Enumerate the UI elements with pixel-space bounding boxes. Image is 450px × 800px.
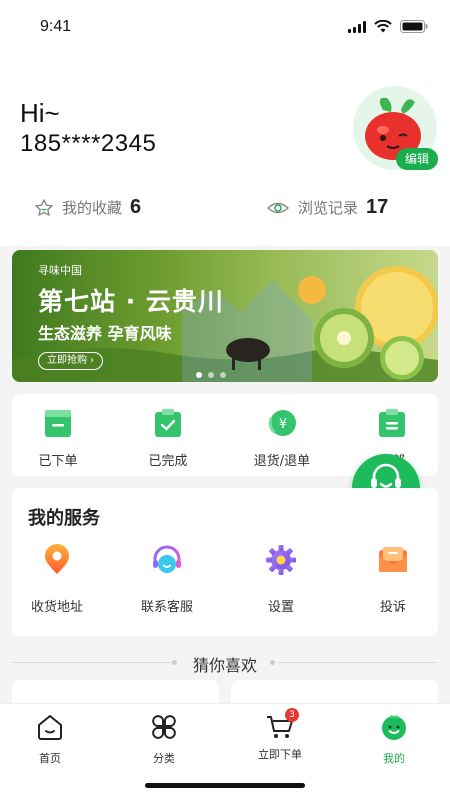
history-label: 浏览记录 bbox=[298, 199, 359, 217]
profile-header: Hi~ 185****2345 编辑 我的收藏 6 浏览记录 17 bbox=[0, 56, 450, 246]
category-icon bbox=[152, 715, 176, 739]
service-settings[interactable]: 设置 bbox=[236, 544, 326, 615]
eye-icon bbox=[266, 202, 290, 213]
gear-icon bbox=[266, 545, 296, 575]
edit-profile-button[interactable]: 编辑 bbox=[396, 148, 438, 170]
service-complaint-label: 投诉 bbox=[379, 600, 406, 615]
favorites-count: 6 bbox=[130, 196, 142, 218]
banner-subtitle: 生态滋养 孕育风味 bbox=[38, 324, 172, 343]
favorites-label: 我的收藏 bbox=[62, 199, 123, 217]
banner-dot[interactable] bbox=[208, 372, 214, 378]
divider-dot bbox=[270, 660, 275, 665]
tab-home-label: 首页 bbox=[39, 752, 61, 765]
guess-you-like-title: 猜你喜欢 bbox=[192, 656, 257, 675]
order-completed-label: 已完成 bbox=[148, 454, 188, 469]
home-icon bbox=[38, 715, 62, 740]
tab-home[interactable]: 首页 bbox=[0, 712, 100, 766]
promo-banner[interactable]: 寻味中国 第七站 · 云贵川 生态滋养 孕育风味 立即抢购 › bbox=[12, 250, 438, 382]
battery-icon bbox=[400, 20, 428, 33]
refund-label: 退货/退单 bbox=[253, 454, 311, 469]
banner-brand: 寻味中国 bbox=[38, 264, 82, 277]
tab-category-label: 分类 bbox=[153, 752, 175, 765]
tab-category[interactable]: 分类 bbox=[114, 712, 214, 766]
signal-icon bbox=[348, 20, 366, 33]
service-address-label: 收货地址 bbox=[30, 600, 83, 615]
service-contact[interactable]: 联系客服 bbox=[122, 544, 212, 615]
location-pin-icon bbox=[45, 544, 69, 574]
services-title: 我的服务 bbox=[28, 508, 100, 529]
profile-icon bbox=[382, 715, 406, 740]
all-orders-icon bbox=[379, 409, 405, 437]
tab-cart-label: 立即下单 bbox=[258, 748, 302, 761]
order-placed-icon bbox=[45, 410, 71, 437]
headset-icon bbox=[153, 545, 181, 573]
buy-now-button[interactable]: 立即抢购 › bbox=[38, 352, 104, 370]
divider bbox=[278, 662, 438, 663]
wifi-icon bbox=[374, 20, 392, 33]
refund-icon: ¥ bbox=[268, 410, 296, 436]
cart-badge: 3 bbox=[285, 708, 299, 722]
tab-profile-label: 我的 bbox=[383, 752, 405, 765]
home-indicator bbox=[145, 783, 305, 788]
svg-text:¥: ¥ bbox=[279, 417, 287, 432]
history-count: 17 bbox=[366, 196, 389, 218]
guess-you-like-header: 猜你喜欢 bbox=[0, 650, 450, 676]
banner-title: 第七站 · 云贵川 bbox=[38, 287, 224, 316]
status-bar: 9:41 bbox=[0, 0, 450, 56]
service-settings-label: 设置 bbox=[267, 600, 294, 615]
service-complaint[interactable]: 投诉 bbox=[348, 544, 438, 615]
tab-profile[interactable]: 我的 bbox=[344, 712, 444, 766]
service-contact-label: 联系客服 bbox=[140, 600, 193, 615]
greeting: Hi~ bbox=[20, 98, 60, 128]
banner-dot[interactable] bbox=[220, 372, 226, 378]
tab-cart[interactable]: 3 立即下单 bbox=[230, 708, 330, 762]
service-address[interactable]: 收货地址 bbox=[12, 544, 102, 615]
status-icons bbox=[348, 20, 428, 33]
refund-item[interactable]: ¥ 退货/退单 bbox=[232, 408, 332, 469]
favorites-stat[interactable]: 我的收藏 6 bbox=[34, 196, 141, 219]
stats-row: 我的收藏 6 浏览记录 17 bbox=[0, 196, 450, 232]
order-placed-label: 已下单 bbox=[38, 454, 78, 469]
star-icon bbox=[35, 198, 53, 216]
history-stat[interactable]: 浏览记录 17 bbox=[266, 196, 388, 219]
order-completed-item[interactable]: 已完成 bbox=[118, 408, 218, 469]
banner-pagination bbox=[196, 372, 226, 378]
cart-icon-wrap: 3 bbox=[265, 708, 299, 742]
status-time: 9:41 bbox=[40, 18, 72, 35]
complaint-icon bbox=[379, 547, 407, 572]
order-completed-icon bbox=[155, 409, 181, 437]
phone-number: 185****2345 bbox=[20, 130, 157, 157]
order-placed-item[interactable]: 已下单 bbox=[8, 408, 108, 469]
services-card: 我的服务 收货地址 联系客服 设置 投诉 bbox=[12, 488, 438, 636]
banner-dot[interactable] bbox=[196, 372, 202, 378]
